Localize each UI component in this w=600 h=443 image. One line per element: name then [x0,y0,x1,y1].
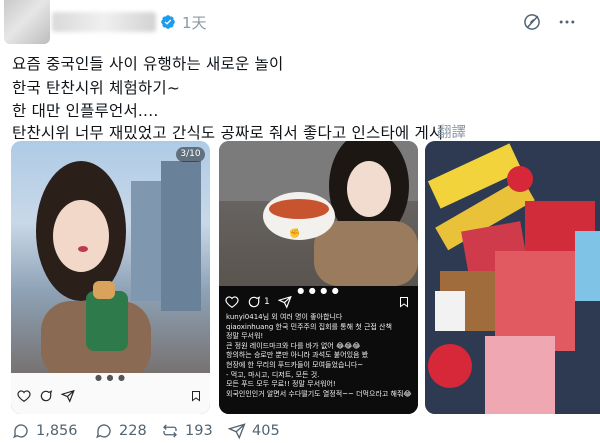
ig-comment-line: 외국인인인거 알면서 수다떨기도 열정적~~ 더먹으라고 해줘😂 [226,389,412,398]
photo-2-ig-card: ● ● ● ● 1 kunyi0414님 외 여러 명이 좋아합니다 qiaox… [219,286,418,414]
like-icon [228,423,246,440]
heart-icon[interactable] [225,295,239,309]
share-icon[interactable] [277,295,292,309]
post-photo-3[interactable] [425,141,600,414]
post-text-line-2: 한국 탄찬시위 체험하기~ [12,79,181,97]
photo-1-ig-card: ● ● ● [11,373,210,414]
photo-2-scene: ✊ [219,141,418,286]
comment-icon[interactable] [39,389,53,403]
comment-icon[interactable] [247,295,261,309]
repost-icon [163,424,177,438]
grok-icon[interactable] [522,12,542,32]
repost-count: 193 [185,423,213,439]
ig-comment-line: 현장에 한 무리의 푸드카들이 모여들었습니다~ [226,360,364,369]
views-action[interactable]: 1,856 [12,422,78,440]
like-count: 405 [252,423,280,439]
post-text-line-4: 탄찬시위 너무 재밌었고 간식도 공짜로 줘서 좋다고 인스타에 게시 [12,124,444,142]
ig-comment-line: 항의하는 승로만 뿐만 아니라 과석도 붙어있음 봤 [226,351,369,360]
translate-link[interactable]: 翻譯 [437,121,466,142]
views-icon [13,424,28,439]
post-text-line-1: 요즘 중국인들 사이 유행하는 새로운 놀이 [12,55,284,73]
bookmark-icon[interactable] [190,389,202,403]
photo-counter: 3/10 [176,147,205,162]
post-photo-1[interactable]: 3/10 ● ● ● [11,141,210,414]
ig-comment-line: 모든 푸드 모두 무료!! 정말 무서워어! [226,380,336,389]
ig-comment-line: kunyi0414님 외 여러 명이 좋아합니다 [226,313,343,321]
post-header: 1天 [0,0,600,44]
avatar[interactable] [4,0,50,44]
post-text-line-3: 한 대만 인플루언서.... [12,102,159,120]
post-time[interactable]: 1天 [182,12,207,33]
photo-1-scene [36,161,201,373]
verified-icon [161,15,175,29]
post-photo-2[interactable]: ✊ ● ● ● ● 1 kunyi0414님 외 여러 명이 좋아합니다 qia… [219,141,418,414]
views-count: 1,856 [36,423,78,439]
ig-comment-line: 정말 무서워! [226,332,264,341]
ig-comment-line: - 먹고, 마시고, 디저트, 모든 것. [226,370,320,379]
ig-comment-line: 큰 정원 레이드마크와 다를 바가 없어 😂😂😂 [226,341,361,350]
more-icon[interactable] [556,12,578,32]
bookmark-icon[interactable] [398,295,410,309]
ig-comment-line: qiaoxinhuang 한국 민주주의 집회를 통해 첫 근접 산책 [226,322,392,331]
like-action[interactable]: 405 [228,422,280,440]
comment-count: 1 [264,297,270,307]
repost-action[interactable]: 193 [161,422,213,440]
svg-text:✊: ✊ [289,228,300,239]
author-name-blurred[interactable] [52,12,156,32]
post-actions: 1,856 228 193 405 [0,420,600,443]
photo-3-scene [425,141,600,414]
share-icon[interactable] [61,389,75,403]
reply-icon [96,424,111,439]
reply-count: 228 [119,423,147,439]
ig-comments: kunyi0414님 외 여러 명이 좋아합니다 qiaoxinhuang 한국… [226,313,414,399]
reply-action[interactable]: 228 [95,422,147,440]
heart-icon[interactable] [17,389,31,403]
